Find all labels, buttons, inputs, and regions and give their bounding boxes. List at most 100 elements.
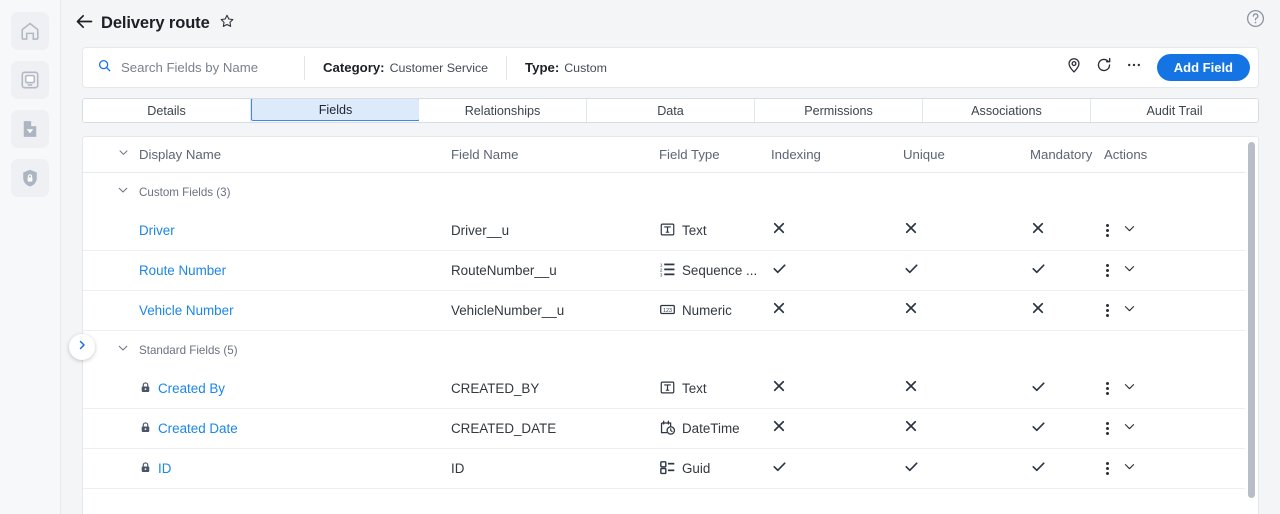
- chevron-down-icon: [117, 146, 130, 164]
- row-menu-button[interactable]: [1104, 301, 1111, 320]
- table-row[interactable]: Created By CREATED_BY Text: [83, 369, 1258, 409]
- back-button[interactable]: [71, 11, 97, 37]
- cell-field-name: RouteNumber__u: [451, 263, 557, 278]
- cell-display-name[interactable]: ID: [139, 461, 451, 477]
- search-icon: [97, 58, 112, 78]
- more-options-icon: [1125, 56, 1143, 79]
- page-title: Delivery route: [101, 14, 210, 32]
- cell-unique: [903, 378, 1030, 399]
- check-icon: [771, 260, 788, 282]
- row-expand-button[interactable]: [1122, 459, 1137, 479]
- tab-associations[interactable]: Associations: [923, 99, 1091, 122]
- cross-icon: [771, 220, 787, 241]
- field-link[interactable]: Created Date: [158, 421, 238, 436]
- row-expand-button[interactable]: [1122, 221, 1137, 241]
- tab-audit-trail[interactable]: Audit Trail: [1091, 99, 1258, 122]
- cell-unique: [903, 458, 1030, 480]
- column-header-mandatory[interactable]: Mandatory: [1030, 147, 1104, 162]
- check-icon: [1030, 458, 1047, 480]
- cell-unique: [903, 220, 1030, 241]
- tab-details[interactable]: Details: [83, 99, 251, 122]
- table-row[interactable]: Created Date CREATED_DATE DateTime: [83, 409, 1258, 449]
- column-header-field-name[interactable]: Field Name: [451, 147, 659, 162]
- column-header-unique[interactable]: Unique: [903, 147, 1030, 162]
- row-expand-button[interactable]: [1122, 261, 1137, 281]
- section-tabs: Details Fields Relationships Data Permis…: [82, 98, 1259, 123]
- scrollbar-thumb[interactable]: [1248, 142, 1255, 498]
- numeric-type-icon: 123: [659, 301, 676, 321]
- cell-display-name[interactable]: Route Number: [139, 263, 451, 278]
- cell-field-name: CREATED_DATE: [451, 421, 557, 436]
- check-icon: [1030, 260, 1047, 282]
- row-expand-button[interactable]: [1122, 301, 1137, 321]
- row-menu-button[interactable]: [1104, 221, 1111, 240]
- field-link[interactable]: ID: [158, 461, 171, 476]
- table-body: Custom Fields (3) Driver Driver__u Text Rout…: [83, 173, 1258, 489]
- help-circle-icon: [1245, 9, 1266, 33]
- field-link[interactable]: Vehicle Number: [139, 303, 234, 318]
- check-icon: [1030, 378, 1047, 400]
- refresh-button[interactable]: [1089, 53, 1119, 83]
- chevron-down-icon: [1122, 381, 1137, 398]
- add-field-button[interactable]: Add Field: [1156, 54, 1250, 81]
- help-button[interactable]: [1245, 8, 1266, 34]
- favorite-button[interactable]: [219, 13, 235, 34]
- cell-display-name[interactable]: Vehicle Number: [139, 303, 451, 318]
- row-menu-button[interactable]: [1104, 419, 1111, 438]
- table-group-row: Custom Fields (3): [83, 173, 1258, 211]
- tab-permissions[interactable]: Permissions: [755, 99, 923, 122]
- scrollbar-track[interactable]: [1245, 137, 1258, 514]
- cell-display-name[interactable]: Created By: [139, 381, 451, 397]
- sidebar-item-documents[interactable]: [11, 110, 49, 148]
- svg-text:3: 3: [660, 272, 663, 277]
- sidebar-item-home[interactable]: [11, 12, 49, 50]
- row-menu-button[interactable]: [1104, 379, 1111, 398]
- app-icon: [19, 69, 41, 91]
- cell-unique: [903, 260, 1030, 282]
- sidebar-item-apps[interactable]: [11, 61, 49, 99]
- location-button[interactable]: [1059, 53, 1089, 83]
- column-header-indexing[interactable]: Indexing: [771, 147, 903, 162]
- tab-fields[interactable]: Fields: [251, 99, 420, 121]
- cell-field-type: 123 Numeric: [659, 301, 771, 321]
- cross-icon: [1030, 300, 1046, 321]
- table-row[interactable]: Vehicle Number VehicleNumber__u 123 Numeric: [83, 291, 1258, 331]
- cell-field-type: DateTime: [659, 419, 771, 439]
- field-link[interactable]: Created By: [158, 381, 225, 396]
- search-input[interactable]: [121, 60, 304, 75]
- more-options-button[interactable]: [1119, 53, 1149, 83]
- tab-relationships[interactable]: Relationships: [419, 99, 587, 122]
- row-menu-button[interactable]: [1104, 459, 1111, 478]
- cross-icon: [1030, 220, 1046, 241]
- cross-icon: [903, 220, 919, 241]
- group-toggle-button[interactable]: [83, 183, 139, 202]
- sidebar-item-security[interactable]: [11, 159, 49, 197]
- field-link[interactable]: Route Number: [139, 263, 226, 278]
- tab-data[interactable]: Data: [587, 99, 755, 122]
- chevron-down-icon: [1122, 461, 1137, 478]
- cell-display-name[interactable]: Created Date: [139, 421, 451, 437]
- search-container: [83, 48, 304, 87]
- cell-display-name[interactable]: Driver: [139, 223, 451, 238]
- chevron-down-icon: [1122, 223, 1137, 240]
- text-type-icon: [659, 379, 676, 399]
- field-type-label: Text: [682, 223, 707, 238]
- row-menu-button[interactable]: [1104, 261, 1111, 280]
- datetime-type-icon: [659, 419, 676, 439]
- table-row[interactable]: Route Number RouteNumber__u 1 2 3 Sequence ..…: [83, 251, 1258, 291]
- sort-display-name-button[interactable]: [83, 146, 139, 164]
- row-expand-button[interactable]: [1122, 419, 1137, 439]
- field-link[interactable]: Driver: [139, 223, 175, 238]
- column-header-display-name[interactable]: Display Name: [139, 147, 451, 162]
- document-check-icon: [19, 118, 41, 140]
- column-header-field-type[interactable]: Field Type: [659, 147, 771, 162]
- field-type-label: Numeric: [682, 303, 732, 318]
- expand-sidebar-button[interactable]: [69, 334, 95, 360]
- cell-indexing: [771, 220, 903, 241]
- category-value: Customer Service: [389, 61, 489, 75]
- table-row[interactable]: Driver Driver__u Text: [83, 211, 1258, 251]
- table-row[interactable]: ID ID Guid: [83, 449, 1258, 489]
- field-type-label: Text: [682, 381, 707, 396]
- row-expand-button[interactable]: [1122, 379, 1137, 399]
- guid-type-icon: [659, 459, 676, 479]
